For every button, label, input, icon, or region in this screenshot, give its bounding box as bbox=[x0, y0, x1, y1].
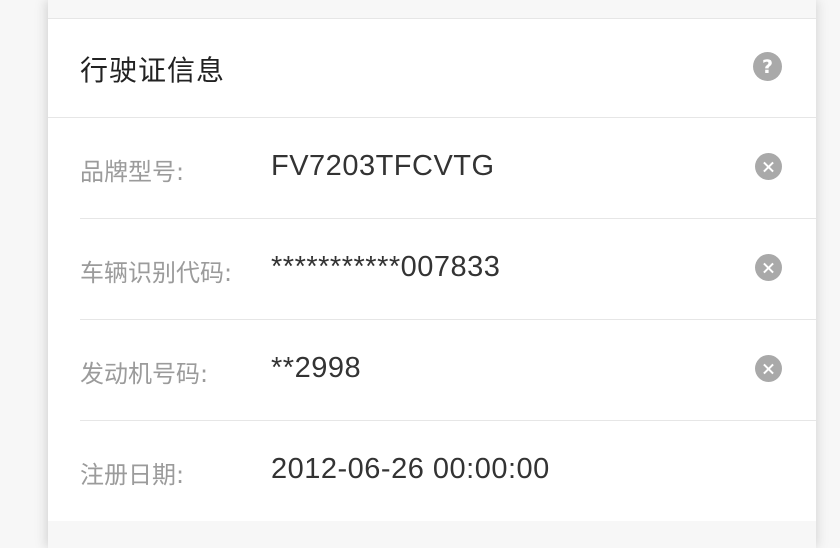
clear-icon[interactable] bbox=[755, 355, 782, 382]
register-date-label: 注册日期: bbox=[80, 461, 185, 489]
field-row-engine-number: 发动机号码: **2998 bbox=[80, 320, 816, 421]
field-row-register-date: 注册日期: 2012-06-26 00:00:00 bbox=[80, 421, 816, 521]
clear-icon[interactable] bbox=[755, 153, 782, 180]
page-container: 行驶证信息 ? 品牌型号: FV7203TFCVTG 车辆识别代码: *****… bbox=[48, 0, 816, 548]
brand-model-label: 品牌型号: bbox=[80, 158, 185, 186]
help-icon[interactable]: ? bbox=[753, 52, 782, 81]
brand-model-input[interactable]: FV7203TFCVTG bbox=[271, 150, 495, 183]
clear-icon[interactable] bbox=[755, 254, 782, 281]
field-row-brand-model: 品牌型号: FV7203TFCVTG bbox=[80, 118, 816, 219]
top-divider-strip bbox=[48, 0, 816, 19]
engine-number-label: 发动机号码: bbox=[80, 360, 209, 388]
vin-label: 车辆识别代码: bbox=[80, 259, 233, 287]
engine-number-input[interactable]: **2998 bbox=[271, 352, 361, 385]
vin-input[interactable]: ***********007833 bbox=[271, 251, 500, 284]
section-title: 行驶证信息 bbox=[80, 54, 226, 87]
field-row-vin: 车辆识别代码: ***********007833 bbox=[80, 219, 816, 320]
register-date-value[interactable]: 2012-06-26 00:00:00 bbox=[271, 453, 550, 486]
vehicle-license-card: 行驶证信息 ? 品牌型号: FV7203TFCVTG 车辆识别代码: *****… bbox=[48, 19, 816, 521]
section-header: 行驶证信息 ? bbox=[48, 19, 816, 118]
